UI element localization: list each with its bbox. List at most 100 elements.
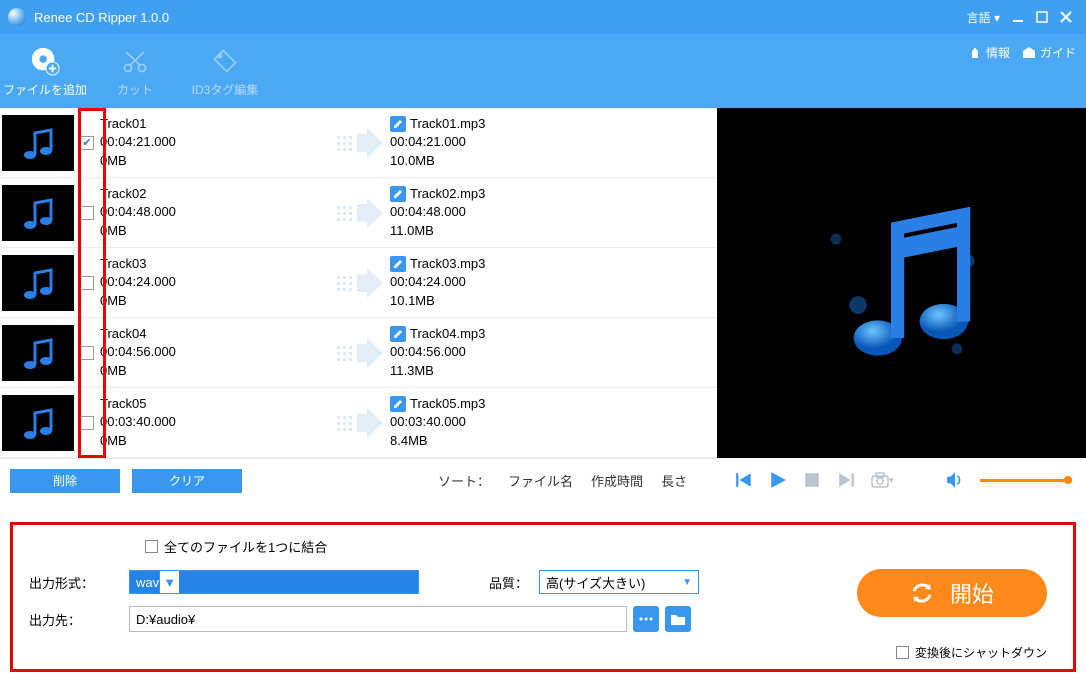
track-thumbnail bbox=[2, 115, 74, 171]
shutdown-label: 変換後にシャットダウン bbox=[915, 644, 1047, 661]
language-selector[interactable]: 言語 ▾ bbox=[967, 9, 1000, 26]
stop-button[interactable] bbox=[803, 471, 821, 489]
refresh-icon bbox=[910, 581, 934, 605]
play-button[interactable] bbox=[769, 471, 787, 489]
clear-button[interactable]: クリア bbox=[132, 469, 242, 493]
sort-by-created[interactable]: 作成時間 bbox=[591, 471, 643, 490]
add-files-label: ファイルを追加 bbox=[3, 81, 87, 98]
output-size: 11.0MB bbox=[390, 222, 650, 240]
track-source-size: 0MB bbox=[100, 432, 330, 450]
track-thumbnail bbox=[2, 255, 74, 311]
output-path-field[interactable]: D:¥audio¥ bbox=[129, 606, 627, 632]
track-row[interactable]: Track05 00:03:40.000 0MB Track05.mp3 00:… bbox=[0, 388, 717, 458]
list-controls: 削除 クリア ソート： ファイル名 作成時間 長さ bbox=[0, 458, 717, 502]
output-format-label: 出力形式： bbox=[29, 573, 129, 592]
output-filename: Track05.mp3 bbox=[410, 395, 485, 413]
track-checkbox[interactable] bbox=[80, 416, 94, 430]
id3-label: ID3タグ編集 bbox=[192, 81, 259, 98]
output-filename: Track01.mp3 bbox=[410, 115, 485, 133]
output-duration: 00:03:40.000 bbox=[390, 413, 650, 431]
arrow-icon bbox=[330, 198, 390, 228]
close-button[interactable] bbox=[1054, 5, 1078, 29]
sort-label: ソート： bbox=[438, 471, 490, 490]
track-source-size: 0MB bbox=[100, 222, 330, 240]
cut-button[interactable]: カット bbox=[90, 34, 180, 108]
track-name: Track05 bbox=[100, 395, 330, 413]
track-checkbox[interactable] bbox=[80, 276, 94, 290]
output-duration: 00:04:24.000 bbox=[390, 273, 650, 291]
sort-by-filename[interactable]: ファイル名 bbox=[508, 471, 573, 490]
track-checkbox[interactable] bbox=[80, 346, 94, 360]
guide-button[interactable]: ガイド bbox=[1022, 44, 1076, 61]
output-path-label: 出力先： bbox=[29, 610, 129, 629]
track-row[interactable]: Track02 00:04:48.000 0MB Track02.mp3 00:… bbox=[0, 178, 717, 248]
track-thumbnail bbox=[2, 185, 74, 241]
output-duration: 00:04:21.000 bbox=[390, 133, 650, 151]
start-button[interactable]: 開始 bbox=[857, 569, 1047, 617]
track-source-size: 0MB bbox=[100, 362, 330, 380]
track-name: Track03 bbox=[100, 255, 330, 273]
title-bar: Renee CD Ripper 1.0.0 言語 ▾ bbox=[0, 0, 1086, 34]
scissors-icon bbox=[119, 45, 151, 77]
arrow-icon bbox=[330, 128, 390, 158]
output-format-select[interactable]: wav ▼ bbox=[129, 570, 419, 594]
output-size: 10.1MB bbox=[390, 292, 650, 310]
quality-select[interactable]: 高(サイズ大きい) ▼ bbox=[539, 570, 699, 594]
shutdown-checkbox[interactable] bbox=[896, 646, 909, 659]
output-duration: 00:04:56.000 bbox=[390, 343, 650, 361]
edit-icon[interactable] bbox=[390, 326, 406, 342]
track-checkbox[interactable] bbox=[80, 136, 94, 150]
add-files-button[interactable]: ファイルを追加 bbox=[0, 34, 90, 108]
track-duration: 00:04:21.000 bbox=[100, 133, 330, 151]
edit-icon[interactable] bbox=[390, 396, 406, 412]
merge-files-checkbox[interactable] bbox=[145, 540, 158, 553]
volume-slider[interactable] bbox=[980, 479, 1072, 482]
open-folder-button[interactable] bbox=[665, 606, 691, 632]
edit-icon[interactable] bbox=[390, 116, 406, 132]
music-note-icon bbox=[792, 173, 1012, 393]
sort-by-length[interactable]: 長さ bbox=[661, 471, 687, 490]
disc-add-icon bbox=[29, 45, 61, 77]
minimize-button[interactable] bbox=[1006, 5, 1030, 29]
output-duration: 00:04:48.000 bbox=[390, 203, 650, 221]
cut-label: カット bbox=[117, 81, 153, 98]
output-filename: Track04.mp3 bbox=[410, 325, 485, 343]
app-logo-icon bbox=[8, 8, 26, 26]
volume-icon[interactable] bbox=[946, 471, 964, 489]
track-duration: 00:04:48.000 bbox=[100, 203, 330, 221]
arrow-icon bbox=[330, 338, 390, 368]
output-size: 8.4MB bbox=[390, 432, 650, 450]
output-size: 11.3MB bbox=[390, 362, 650, 380]
track-thumbnail bbox=[2, 395, 74, 451]
track-duration: 00:04:24.000 bbox=[100, 273, 330, 291]
snapshot-button[interactable]: ▾ bbox=[871, 471, 894, 489]
track-name: Track04 bbox=[100, 325, 330, 343]
next-button[interactable] bbox=[837, 471, 855, 489]
prev-button[interactable] bbox=[735, 471, 753, 489]
browse-button[interactable] bbox=[633, 606, 659, 632]
track-source-size: 0MB bbox=[100, 152, 330, 170]
player-controls: ▾ bbox=[717, 458, 1086, 502]
arrow-icon bbox=[330, 268, 390, 298]
edit-icon[interactable] bbox=[390, 256, 406, 272]
track-list[interactable]: Track01 00:04:21.000 0MB Track01.mp3 00:… bbox=[0, 108, 717, 458]
edit-icon[interactable] bbox=[390, 186, 406, 202]
track-checkbox[interactable] bbox=[80, 206, 94, 220]
app-title: Renee CD Ripper 1.0.0 bbox=[34, 10, 169, 25]
main-toolbar: ファイルを追加 カット ID3タグ編集 情報 ガイド bbox=[0, 34, 1086, 108]
preview-pane bbox=[717, 108, 1086, 458]
info-button[interactable]: 情報 bbox=[968, 44, 1010, 61]
track-row[interactable]: Track01 00:04:21.000 0MB Track01.mp3 00:… bbox=[0, 108, 717, 178]
id3-edit-button[interactable]: ID3タグ編集 bbox=[180, 34, 270, 108]
quality-label: 品質： bbox=[489, 573, 539, 592]
track-row[interactable]: Track04 00:04:56.000 0MB Track04.mp3 00:… bbox=[0, 318, 717, 388]
chevron-down-icon: ▼ bbox=[159, 571, 179, 593]
delete-button[interactable]: 削除 bbox=[10, 469, 120, 493]
maximize-button[interactable] bbox=[1030, 5, 1054, 29]
track-row[interactable]: Track03 00:04:24.000 0MB Track03.mp3 00:… bbox=[0, 248, 717, 318]
output-settings-panel: 全てのファイルを1つに結合 出力形式： wav ▼ 品質： 高(サイズ大きい) … bbox=[10, 522, 1076, 672]
track-name: Track02 bbox=[100, 185, 330, 203]
track-name: Track01 bbox=[100, 115, 330, 133]
chevron-down-icon: ▼ bbox=[682, 577, 692, 588]
track-thumbnail bbox=[2, 325, 74, 381]
